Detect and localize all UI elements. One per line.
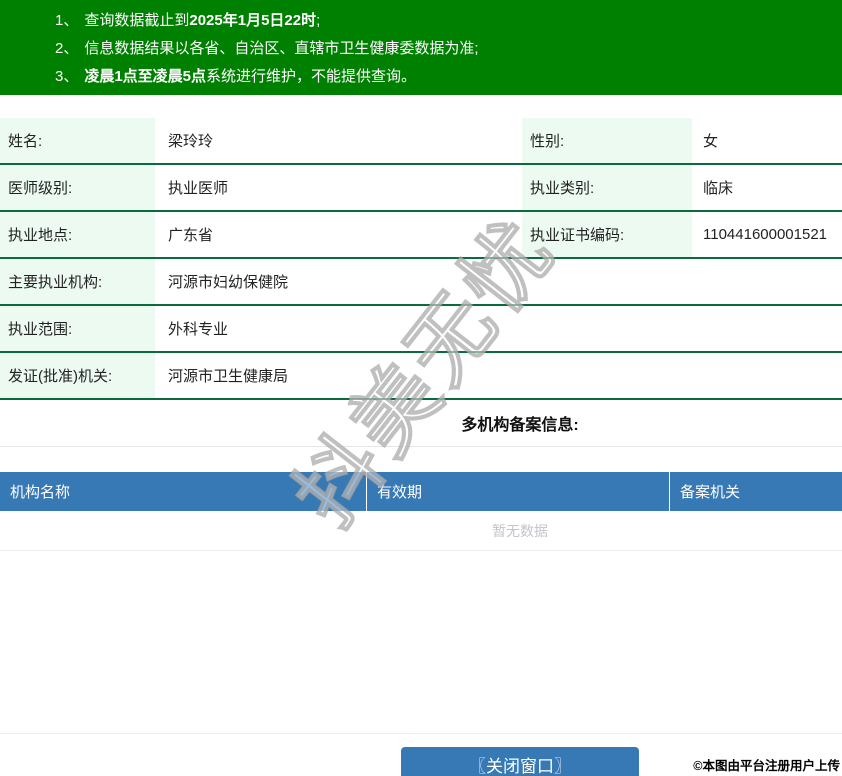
- field-label-doctor-level: 医师级别:: [0, 165, 155, 210]
- license-query-result-page: 1、 查询数据截止到2025年1月5日22时; 2、 信息数据结果以各省、自治区、直…: [0, 0, 842, 776]
- field-value-issuing-authority: 河源市卫生健康局: [168, 368, 289, 385]
- practitioner-info-table: 姓名: 梁玲玲 性别: 女 医师级别: 执业医师 执业类别: 临床 执业地点: …: [0, 118, 842, 551]
- column-header-filing-authority: 备案机关: [680, 484, 741, 501]
- field-value-gender: 女: [703, 133, 719, 150]
- empty-data-placeholder: 暂无数据: [0, 511, 842, 551]
- notice-text: 查询数据截止到: [84, 12, 190, 29]
- notice-number: 1、: [55, 12, 79, 29]
- field-label-practice-category: 执业类别:: [522, 165, 692, 210]
- field-value-practice-category: 临床: [703, 180, 734, 197]
- field-value-name: 梁玲玲: [168, 133, 214, 150]
- table-row: 执业地点: 广东省 执业证书编码: 110441600001521: [0, 212, 842, 259]
- notice-text: 信息数据结果以各省、自治区、直辖市卫生健康委数据为准;: [84, 40, 479, 57]
- notice-text: ;: [316, 12, 321, 29]
- table-row: 医师级别: 执业医师 执业类别: 临床: [0, 165, 842, 212]
- column-header-institution-name: 机构名称: [0, 472, 367, 511]
- field-label-certificate-number: 执业证书编码:: [522, 212, 692, 257]
- multi-institution-section-title: 多机构备案信息:: [0, 400, 842, 447]
- field-value-main-institution: 河源市妇幼保健院: [168, 274, 289, 291]
- copyright-notice: ©本图由平台注册用户上传: [693, 759, 840, 773]
- notice-text-bold: 凌晨1点至凌晨5点: [84, 68, 207, 85]
- table-row: 姓名: 梁玲玲 性别: 女: [0, 118, 842, 165]
- filing-table-header: 机构名称 有效期 备案机关: [0, 472, 842, 511]
- notice-text-bold: 2025年1月5日22时: [189, 12, 317, 29]
- notice-line-1: 1、 查询数据截止到2025年1月5日22时;: [55, 7, 842, 35]
- table-row: 发证(批准)机关: 河源市卫生健康局: [0, 353, 842, 400]
- field-label-gender: 性别:: [522, 118, 692, 163]
- column-header-validity-period: 有效期: [367, 472, 670, 511]
- notice-banner: 1、 查询数据截止到2025年1月5日22时; 2、 信息数据结果以各省、自治区、直…: [0, 0, 842, 95]
- notice-line-3: 3、 凌晨1点至凌晨5点系统进行维护，不能提供查询。: [55, 63, 842, 91]
- field-label-practice-scope: 执业范围:: [0, 306, 155, 351]
- field-value-practice-location: 广东省: [168, 227, 214, 244]
- field-value-practice-scope: 外科专业: [168, 321, 229, 338]
- notice-text: 系统进行维护，不能提供查询。: [206, 68, 417, 85]
- field-label-name: 姓名:: [0, 118, 155, 163]
- field-value-certificate-number: 110441600001521: [703, 226, 828, 243]
- table-row: 执业范围: 外科专业: [0, 306, 842, 353]
- field-value-doctor-level: 执业医师: [168, 180, 229, 197]
- field-label-practice-location: 执业地点:: [0, 212, 155, 257]
- notice-number: 3、: [55, 68, 79, 85]
- notice-number: 2、: [55, 40, 79, 57]
- field-label-main-institution: 主要执业机构:: [0, 259, 155, 304]
- notice-line-2: 2、 信息数据结果以各省、自治区、直辖市卫生健康委数据为准;: [55, 35, 842, 63]
- table-row: 主要执业机构: 河源市妇幼保健院: [0, 259, 842, 306]
- close-window-button[interactable]: 〖关闭窗口〗: [401, 747, 639, 776]
- field-label-issuing-authority: 发证(批准)机关:: [0, 353, 155, 398]
